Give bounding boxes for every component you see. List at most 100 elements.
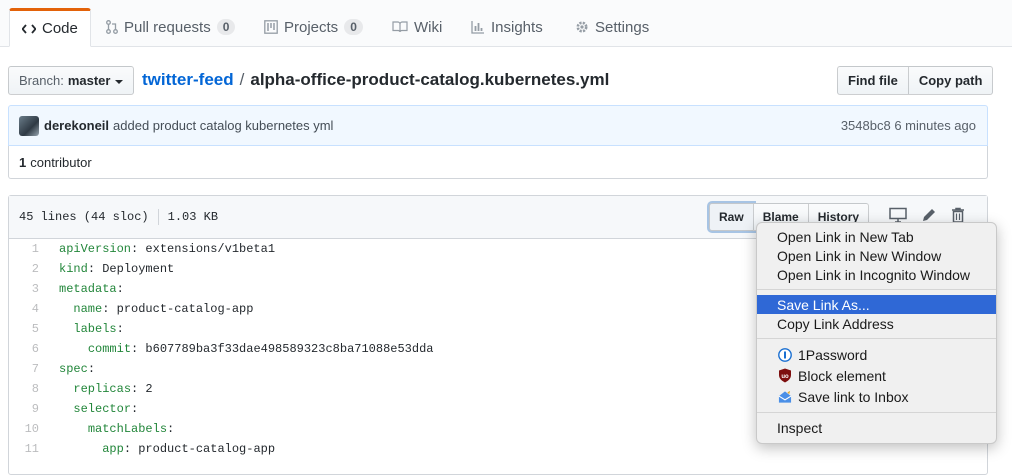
yaml-key: replicas	[73, 382, 132, 396]
line-number[interactable]: 7	[9, 362, 49, 376]
contributors[interactable]: 1 contributor	[8, 146, 988, 179]
line-number[interactable]: 11	[9, 442, 49, 456]
context-menu: Open Link in New Tab Open Link in New Wi…	[756, 222, 997, 444]
yaml-value: : product-catalog-app	[123, 442, 276, 456]
branch-value: master	[67, 73, 111, 88]
ublock-icon: uo	[778, 368, 792, 383]
line-number[interactable]: 2	[9, 262, 49, 276]
yaml-value: :	[131, 402, 139, 416]
yaml-key: apiVersion	[59, 242, 132, 256]
menu-save-link-as[interactable]: Save Link As...	[757, 295, 996, 314]
menu-open-new-tab[interactable]: Open Link in New Tab	[757, 227, 996, 246]
menu-save-to-inbox[interactable]: Save link to Inbox	[757, 386, 996, 407]
yaml-value: :	[116, 322, 124, 336]
chevron-down-icon	[115, 79, 124, 84]
tab-pull-requests[interactable]: Pull requests 0	[94, 8, 247, 46]
yaml-value: :	[167, 422, 175, 436]
divider	[157, 209, 159, 225]
breadcrumb-separator: /	[239, 70, 245, 89]
tab-insights[interactable]: Insights	[459, 8, 555, 46]
commit-sha[interactable]: 3548bc8	[841, 118, 891, 133]
menu-open-incognito[interactable]: Open Link in Incognito Window	[757, 265, 996, 284]
line-number[interactable]: 9	[9, 402, 49, 416]
menu-1password-label: 1Password	[798, 346, 868, 363]
commit-author[interactable]: derekoneil	[44, 118, 109, 133]
yaml-value: : product-catalog-app	[102, 302, 254, 316]
commit-message[interactable]: added product catalog kubernetes yml	[113, 118, 333, 133]
menu-1password[interactable]: 1Password	[757, 344, 996, 365]
line-number[interactable]: 4	[9, 302, 49, 316]
file-line-count: 45 lines (44 sloc)	[19, 210, 149, 224]
yaml-key: spec	[59, 362, 88, 376]
tab-wiki[interactable]: Wiki	[380, 8, 454, 46]
contributors-label: contributor	[30, 154, 92, 170]
project-icon	[264, 20, 278, 34]
yaml-value: :	[116, 282, 124, 296]
file-size: 1.03 KB	[167, 210, 219, 224]
graph-icon	[471, 20, 485, 34]
menu-open-new-window[interactable]: Open Link in New Window	[757, 246, 996, 265]
svg-text:uo: uo	[781, 374, 789, 380]
contributors-count: 1	[19, 154, 27, 170]
pull-requests-count: 0	[216, 19, 236, 35]
copy-path-button[interactable]: Copy path	[907, 66, 994, 95]
commit-time: 6 minutes ago	[894, 118, 976, 133]
yaml-key: matchLabels	[87, 422, 168, 436]
avatar[interactable]	[19, 115, 39, 136]
file-name: alpha-office-product-catalog.kubernetes.…	[250, 70, 610, 89]
menu-separator	[757, 338, 996, 339]
menu-copy-link-address[interactable]: Copy Link Address	[757, 314, 996, 333]
line-number[interactable]: 5	[9, 322, 49, 336]
menu-block-element-label: Block element	[798, 367, 886, 384]
menu-block-element[interactable]: uo Block element	[757, 365, 996, 386]
repo-link[interactable]: twitter-feed	[142, 70, 234, 89]
find-file-button[interactable]: Find file	[837, 66, 909, 95]
line-number[interactable]: 8	[9, 382, 49, 396]
line-content: app: product-catalog-app	[49, 442, 275, 456]
line-content: metadata:	[49, 282, 124, 296]
line-number[interactable]: 6	[9, 342, 49, 356]
line-content: labels:	[49, 322, 124, 336]
yaml-key: selector	[73, 402, 132, 416]
tab-projects-label: Projects	[284, 18, 339, 36]
inbox-icon	[778, 390, 792, 404]
commit-tease: derekoneil added product catalog kuberne…	[8, 105, 988, 146]
tab-insights-label: Insights	[491, 18, 543, 36]
raw-button[interactable]: Raw	[709, 203, 754, 231]
branch-select-button[interactable]: Branch: master	[8, 66, 135, 95]
menu-separator	[757, 412, 996, 413]
line-content: replicas: 2	[49, 382, 152, 396]
yaml-key: metadata	[59, 282, 117, 296]
tab-settings-label: Settings	[595, 18, 650, 36]
yaml-value: : b607789ba3f33dae498589323c8ba71088e53d…	[131, 342, 434, 356]
tab-settings[interactable]: Settings	[563, 8, 661, 46]
yaml-key: app	[102, 442, 124, 456]
menu-save-to-inbox-label: Save link to Inbox	[798, 388, 909, 405]
yaml-key: commit	[87, 342, 132, 356]
file-action-group: Find file Copy path	[837, 66, 994, 95]
branch-label: Branch:	[19, 73, 64, 88]
yaml-key: labels	[73, 322, 117, 336]
line-number[interactable]: 3	[9, 282, 49, 296]
line-content: commit: b607789ba3f33dae498589323c8ba710…	[49, 342, 434, 356]
menu-inspect[interactable]: Inspect	[757, 418, 996, 437]
yaml-key: name	[73, 302, 103, 316]
line-number[interactable]: 1	[9, 242, 49, 256]
tab-code[interactable]: Code	[9, 8, 91, 47]
breadcrumb: twitter-feed / alpha-office-product-catalo…	[142, 70, 609, 90]
line-number[interactable]: 10	[9, 422, 49, 436]
book-icon	[392, 21, 408, 33]
menu-separator	[757, 289, 996, 290]
tab-pull-requests-label: Pull requests	[124, 18, 211, 36]
line-content: matchLabels:	[49, 422, 174, 436]
tab-projects[interactable]: Projects 0	[252, 8, 375, 46]
line-content: apiVersion: extensions/v1beta1	[49, 242, 275, 256]
line-content: kind: Deployment	[49, 262, 174, 276]
